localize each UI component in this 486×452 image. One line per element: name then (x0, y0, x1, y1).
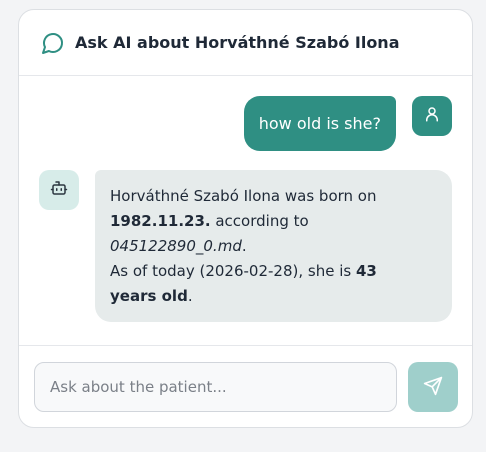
age-value: 43 (355, 262, 377, 280)
send-icon (423, 376, 443, 399)
chat-title: Ask AI about Horváthné Szabó Ilona (75, 33, 400, 52)
user-message: how old is she? (243, 96, 396, 151)
according-text: according to (210, 212, 309, 230)
assistant-line-3: 045122890_0.md. (110, 234, 436, 259)
send-button[interactable] (408, 362, 458, 412)
user-icon (423, 105, 441, 127)
birth-date: 1982.11.23. (110, 212, 211, 230)
age-end: . (187, 287, 193, 305)
assistant-message: Horváthné Szabó Ilona was born on 1982.1… (95, 170, 452, 322)
user-message-text: how old is she? (258, 114, 381, 133)
assistant-line-4: As of today (2026-02-28), she is 43 (110, 259, 436, 284)
message-list: how old is she? Horváthné Szabó Ilona wa… (19, 76, 472, 346)
age-unit: years old (110, 287, 188, 305)
chat-bubble-icon (41, 31, 65, 55)
assistant-avatar (39, 170, 79, 210)
chat-header: Ask AI about Horváthné Szabó Ilona (19, 10, 472, 76)
assistant-line-2: 1982.11.23. according to (110, 209, 436, 234)
user-avatar (412, 96, 452, 136)
source-end: . (241, 237, 247, 255)
input-bar (19, 345, 472, 427)
assistant-intro-text: Horváthné Szabó Ilona was born on (110, 187, 377, 205)
assistant-line-1: Horváthné Szabó Ilona was born on (110, 184, 436, 209)
assistant-line-5: years old. (110, 284, 436, 309)
today-text: As of today (2026-02-28), she is (110, 262, 356, 280)
source-file: 045122890_0.md (110, 237, 242, 255)
chat-input[interactable] (34, 362, 397, 412)
robot-icon (50, 179, 68, 201)
chat-panel: Ask AI about Horváthné Szabó Ilona how o… (18, 9, 473, 428)
